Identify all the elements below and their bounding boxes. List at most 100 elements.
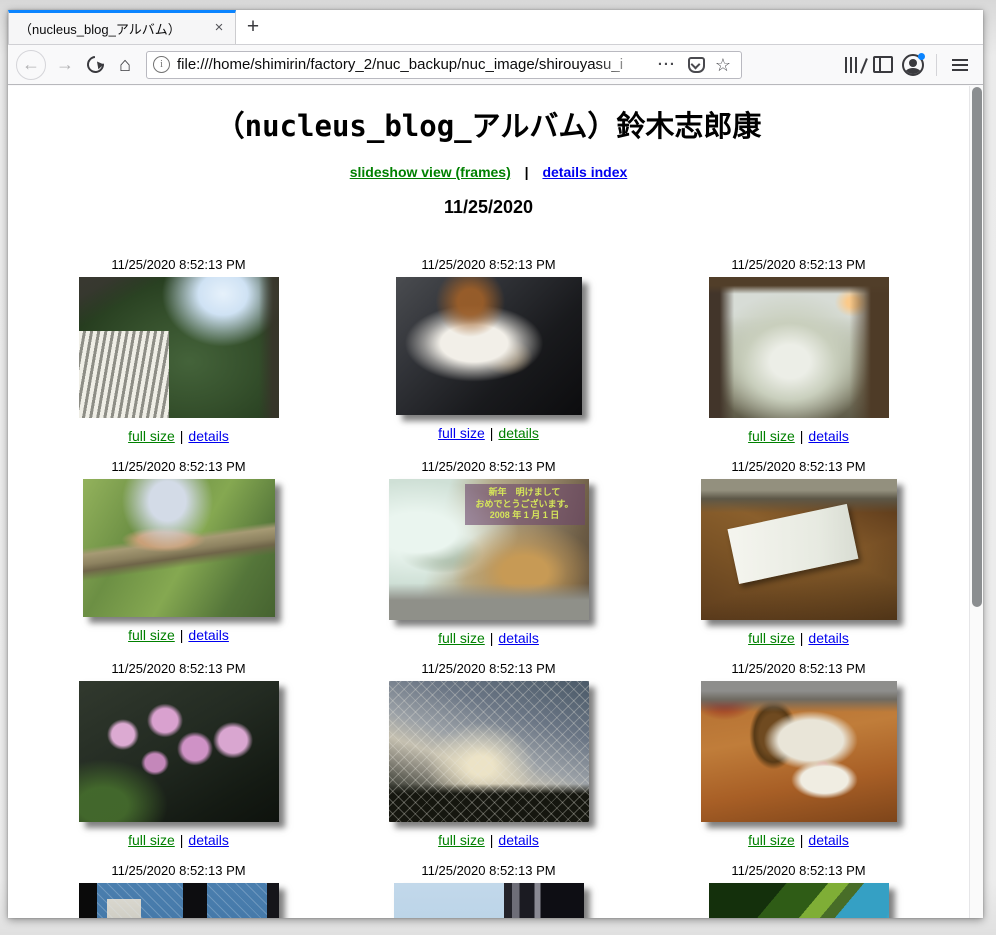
details-index-link[interactable]: details index (542, 164, 627, 180)
full-size-link[interactable]: full size (438, 832, 485, 848)
back-button[interactable]: ← (16, 50, 46, 80)
forward-icon: → (56, 54, 74, 75)
close-tab-icon[interactable]: × (209, 19, 229, 39)
page-scrollbar[interactable] (969, 86, 983, 918)
full-size-link[interactable]: full size (128, 832, 175, 848)
details-link[interactable]: details (498, 832, 538, 848)
details-link[interactable]: details (808, 832, 848, 848)
menu-button[interactable] (945, 50, 975, 80)
full-size-link[interactable]: full size (438, 425, 485, 441)
link-separator: | (180, 627, 184, 643)
page-actions: ··· ☆ (652, 56, 735, 74)
full-size-link[interactable]: full size (748, 832, 795, 848)
full-size-link[interactable]: full size (748, 630, 795, 646)
photo-cell: 11/25/2020 8:52:13 PM 新年 明けまして おめでとうございま… (334, 460, 644, 662)
details-link[interactable]: details (498, 630, 538, 646)
tab-album[interactable]: （nucleus_blog_アルバム） × (8, 10, 236, 44)
notification-dot (918, 53, 925, 60)
photo-cell: 11/25/2020 8:52:13 PM full size |details (24, 258, 334, 460)
reload-button[interactable] (80, 50, 110, 80)
photo-thumbnail-flowers[interactable] (79, 681, 279, 822)
link-separator: | (490, 425, 494, 441)
url-text[interactable]: file:///home/shimirin/factory_2/nuc_back… (177, 56, 652, 73)
photo-thumbnail-dragonfly[interactable] (83, 479, 275, 617)
link-separator: | (180, 832, 184, 848)
photo-links: full size |details (644, 832, 954, 849)
browser-window: （nucleus_blog_アルバム） × + ← → ⌂ i file:///… (8, 10, 983, 918)
toolbar-separator (936, 54, 937, 76)
page-nav: slideshow view (frames) | details index (8, 164, 969, 181)
photo-links: full size |details (24, 832, 334, 849)
photo-timestamp: 11/25/2020 8:52:13 PM (24, 662, 334, 676)
link-separator: | (800, 428, 804, 444)
date-heading: 11/25/2020 (8, 197, 969, 218)
details-link[interactable]: details (498, 425, 538, 441)
bookmark-star-icon[interactable]: ☆ (715, 56, 731, 74)
scrollbar-thumb[interactable] (972, 87, 982, 607)
photo-links: full size |details (644, 630, 954, 647)
link-separator: | (490, 630, 494, 646)
full-size-link[interactable]: full size (748, 428, 795, 444)
photo-thumbnail-window-building[interactable] (79, 883, 279, 918)
sidebar-icon (873, 56, 893, 73)
full-size-link[interactable]: full size (438, 630, 485, 646)
full-size-link[interactable]: full size (128, 627, 175, 643)
home-button[interactable]: ⌂ (110, 50, 140, 80)
photo-timestamp: 11/25/2020 8:52:13 PM (644, 662, 954, 676)
photo-links: full size |details (334, 630, 644, 647)
url-bar[interactable]: i file:///home/shimirin/factory_2/nuc_ba… (146, 51, 742, 79)
page-actions-icon[interactable]: ··· (658, 56, 676, 73)
photo-cell: 11/25/2020 8:52:13 PM full size |details (644, 460, 954, 662)
photo-thumbnail-book[interactable] (701, 479, 897, 620)
hamburger-icon (952, 59, 968, 61)
details-link[interactable]: details (808, 630, 848, 646)
link-separator: | (800, 832, 804, 848)
details-link[interactable]: details (188, 428, 228, 444)
photo-thumbnail-sky-window[interactable] (394, 883, 584, 918)
link-separator: | (180, 428, 184, 444)
photo-cell: 11/25/2020 8:52:13 PM full size|details (24, 460, 334, 662)
photo-timestamp: 11/25/2020 8:52:13 PM (24, 864, 334, 878)
link-separator: | (490, 832, 494, 848)
photo-thumbnail-garden-window[interactable] (79, 277, 279, 418)
pocket-icon[interactable] (688, 57, 705, 73)
photo-cell: 11/25/2020 8:52:13 PM full size |details (24, 662, 334, 864)
library-icon (845, 57, 862, 73)
photo-cell: 11/25/2020 8:52:13 PM full size |details (644, 662, 954, 864)
photo-timestamp: 11/25/2020 8:52:13 PM (24, 258, 334, 272)
photo-timestamp: 11/25/2020 8:52:13 PM (644, 864, 954, 878)
site-info-icon[interactable]: i (153, 56, 170, 73)
page-title: （nucleus_blog_アルバム）鈴木志郎康 (8, 104, 969, 148)
photo-cell: 11/25/2020 8:52:13 PM full size |details (644, 258, 954, 460)
toolbar-right-icons (838, 50, 975, 80)
library-button[interactable] (838, 50, 868, 80)
reload-icon (83, 53, 107, 77)
photo-grid: 11/25/2020 8:52:13 PM full size|details … (24, 258, 954, 918)
account-button[interactable] (898, 50, 928, 80)
forward-button[interactable]: → (50, 50, 80, 80)
details-link[interactable]: details (808, 428, 848, 444)
photo-cell: 11/25/2020 8:52:13 PM full size|details (334, 662, 644, 864)
photo-thumbnail-bust[interactable] (701, 681, 897, 822)
new-tab-button[interactable]: + (236, 10, 270, 44)
photo-cell: 11/25/2020 8:52:13 PM (24, 864, 334, 918)
details-link[interactable]: details (188, 627, 228, 643)
photo-cell: 11/25/2020 8:52:13 PM (644, 864, 954, 918)
photo-links: full size |details (334, 425, 644, 442)
photo-thumbnail-snow-garden[interactable] (709, 277, 889, 418)
photo-links: full size |details (24, 428, 334, 445)
full-size-link[interactable]: full size (128, 428, 175, 444)
nav-separator: | (525, 164, 529, 180)
sidebar-button[interactable] (868, 50, 898, 80)
photo-thumbnail-newyear-room[interactable]: 新年 明けまして おめでとうございます。 2008 年 1 月 1 日 (389, 479, 589, 620)
photo-timestamp: 11/25/2020 8:52:13 PM (644, 460, 954, 474)
photo-thumbnail-sky-fence[interactable] (389, 681, 589, 822)
slideshow-view-link[interactable]: slideshow view (frames) (350, 164, 511, 180)
link-separator: | (800, 630, 804, 646)
photo-timestamp: 11/25/2020 8:52:13 PM (644, 258, 954, 272)
details-link[interactable]: details (188, 832, 228, 848)
photo-thumbnail-leaves-sky[interactable] (709, 883, 889, 918)
photo-thumbnail-dog[interactable] (396, 277, 582, 415)
page-viewport: （nucleus_blog_アルバム）鈴木志郎康 slideshow view … (8, 86, 969, 918)
photo-caption: 新年 明けまして おめでとうございます。 2008 年 1 月 1 日 (465, 484, 585, 525)
